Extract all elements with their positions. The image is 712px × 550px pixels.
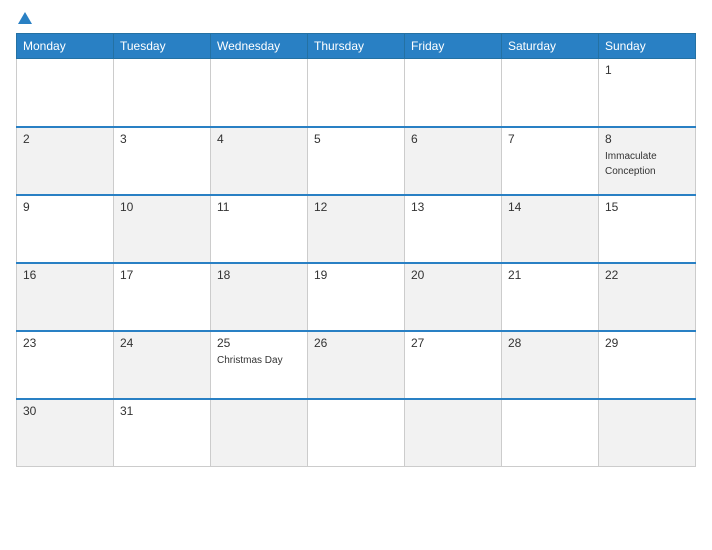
calendar-cell [405,399,502,467]
calendar-cell: 5 [308,127,405,195]
calendar-cell: 19 [308,263,405,331]
calendar-cell: 30 [17,399,114,467]
calendar-cell: 3 [114,127,211,195]
calendar-cell: 10 [114,195,211,263]
calendar-cell: 7 [502,127,599,195]
day-number: 11 [217,200,301,214]
calendar-cell [599,399,696,467]
calendar-cell: 21 [502,263,599,331]
weekday-header-tuesday: Tuesday [114,34,211,59]
calendar-cell: 31 [114,399,211,467]
calendar-cell [308,59,405,127]
day-event: Immaculate Conception [605,151,657,177]
day-number: 21 [508,268,592,282]
day-number: 16 [23,268,107,282]
calendar-body: 12345678Immaculate Conception91011121314… [17,59,696,467]
calendar-cell [308,399,405,467]
calendar-cell: 26 [308,331,405,399]
day-number: 25 [217,336,301,350]
day-number: 17 [120,268,204,282]
weekday-header-wednesday: Wednesday [211,34,308,59]
calendar-cell [502,399,599,467]
day-number: 31 [120,404,204,418]
calendar-week-row: 23 24 25 Christmas Day 26 27 28 29 [17,331,696,399]
calendar-cell: 2 [17,127,114,195]
day-number: 22 [605,268,689,282]
weekday-row: MondayTuesdayWednesdayThursdayFridaySatu… [17,34,696,59]
day-number: 10 [120,200,204,214]
day-number: 14 [508,200,592,214]
day-number: 26 [314,336,398,350]
day-number: 5 [314,132,398,146]
calendar-cell [114,59,211,127]
weekday-header-thursday: Thursday [308,34,405,59]
day-number: 13 [411,200,495,214]
weekday-header-friday: Friday [405,34,502,59]
calendar-cell: 9 [17,195,114,263]
calendar-table: MondayTuesdayWednesdayThursdayFridaySatu… [16,33,696,467]
calendar-cell: 29 [599,331,696,399]
calendar-cell [502,59,599,127]
calendar-cell: 20 [405,263,502,331]
day-number: 9 [23,200,107,214]
day-number: 3 [120,132,204,146]
calendar-week-row: 16 17 18 19 20 21 22 [17,263,696,331]
calendar-cell: 16 [17,263,114,331]
calendar-cell: 12 [308,195,405,263]
day-number: 29 [605,336,689,350]
day-event: Christmas Day [217,355,283,366]
day-number: 7 [508,132,592,146]
day-number: 18 [217,268,301,282]
calendar-cell: 23 [17,331,114,399]
calendar-cell: 1 [599,59,696,127]
calendar-cell: 28 [502,331,599,399]
calendar-cell: 17 [114,263,211,331]
calendar-week-row: 2345678 Immaculate Conception [17,127,696,195]
day-number: 24 [120,336,204,350]
calendar-cell [211,59,308,127]
calendar-cell: 22 [599,263,696,331]
logo [16,12,32,25]
calendar-cell: 11 [211,195,308,263]
weekday-header-saturday: Saturday [502,34,599,59]
calendar-cell: 27 [405,331,502,399]
logo-triangle-icon [18,12,32,24]
day-number: 15 [605,200,689,214]
calendar-cell: 15 [599,195,696,263]
calendar-week-row: 1 [17,59,696,127]
calendar-page: MondayTuesdayWednesdayThursdayFridaySatu… [0,0,712,550]
calendar-cell: 13 [405,195,502,263]
calendar-cell [211,399,308,467]
calendar-cell: 18 [211,263,308,331]
day-number: 1 [605,63,689,77]
weekday-header-sunday: Sunday [599,34,696,59]
day-number: 28 [508,336,592,350]
calendar-header-row: MondayTuesdayWednesdayThursdayFridaySatu… [17,34,696,59]
day-number: 19 [314,268,398,282]
calendar-cell: 14 [502,195,599,263]
calendar-cell: 24 [114,331,211,399]
day-number: 6 [411,132,495,146]
calendar-cell: 6 [405,127,502,195]
day-number: 23 [23,336,107,350]
calendar-cell: 4 [211,127,308,195]
calendar-cell [17,59,114,127]
day-number: 30 [23,404,107,418]
day-number: 2 [23,132,107,146]
weekday-header-monday: Monday [17,34,114,59]
day-number: 20 [411,268,495,282]
calendar-cell [405,59,502,127]
day-number: 4 [217,132,301,146]
calendar-cell: 25 Christmas Day [211,331,308,399]
calendar-week-row: 30 31 [17,399,696,467]
calendar-week-row: 9 10 11 12 13 14 15 [17,195,696,263]
calendar-header [16,12,696,25]
day-number: 12 [314,200,398,214]
day-number: 8 [605,132,689,146]
day-number: 27 [411,336,495,350]
calendar-cell: 8 Immaculate Conception [599,127,696,195]
